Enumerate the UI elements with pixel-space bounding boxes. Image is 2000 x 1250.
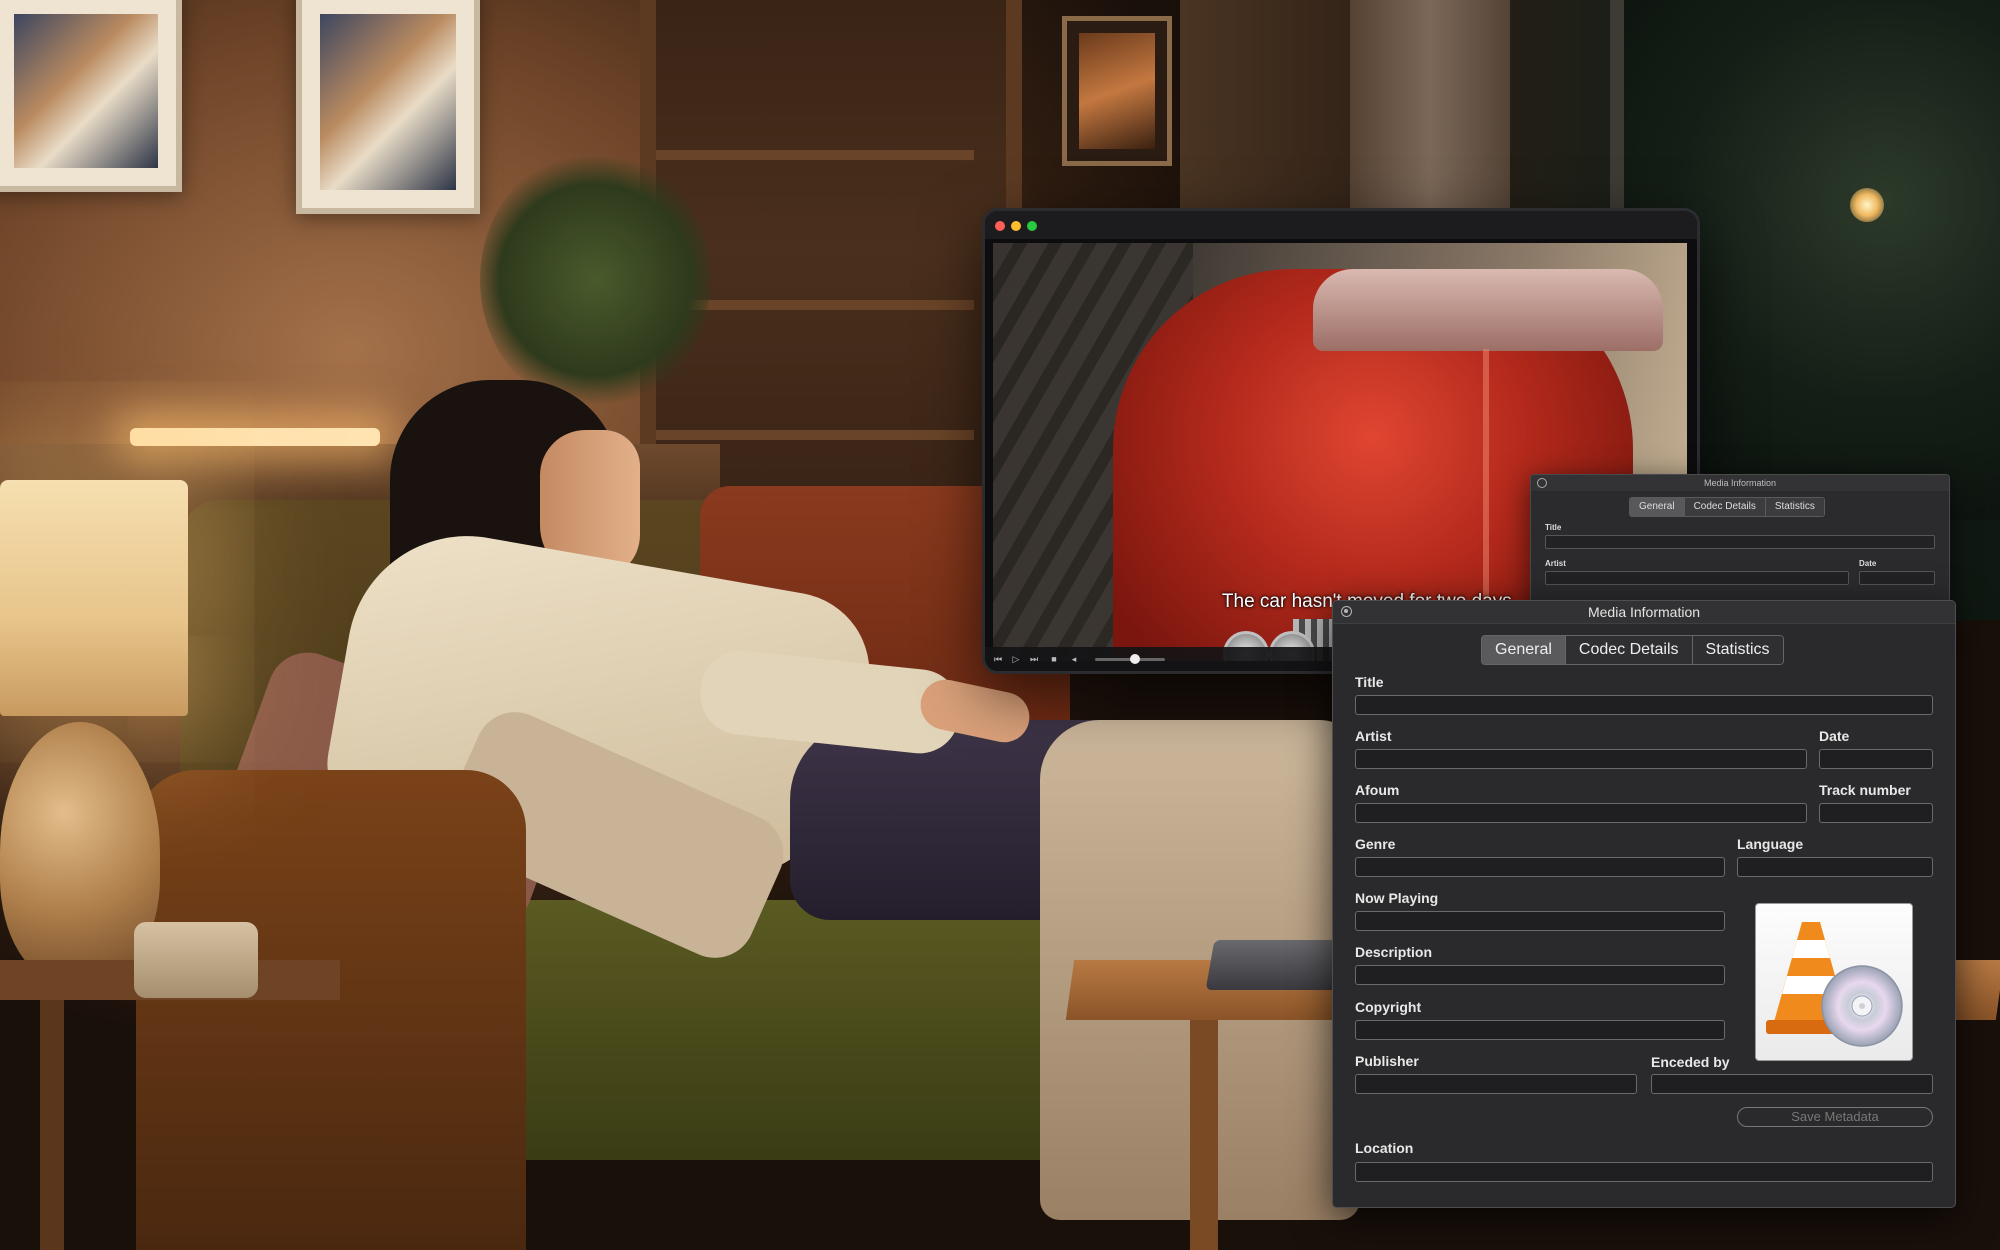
album-artwork[interactable] <box>1755 903 1913 1061</box>
scrubber-knob[interactable] <box>1129 654 1140 664</box>
location-label: Location <box>1355 1140 1414 1156</box>
wall-art-small <box>1062 16 1172 166</box>
close-window-button[interactable] <box>995 221 1005 231</box>
car-hood-line <box>1483 349 1489 609</box>
date-label: Date <box>1819 728 1850 744</box>
album-label: Afoum <box>1355 782 1400 798</box>
window-title: Media Information <box>1333 601 1955 624</box>
encoded-by-label: Enceded by <box>1651 1054 1730 1070</box>
copyright-label: Copyright <box>1355 999 1422 1015</box>
shelf-board <box>656 150 974 160</box>
encoded-by-field[interactable] <box>1651 1074 1933 1094</box>
shelf-board <box>656 430 974 440</box>
mini-date-field[interactable] <box>1859 571 1935 585</box>
description-field[interactable] <box>1355 965 1725 985</box>
track-number-field[interactable] <box>1819 803 1933 823</box>
tab-general[interactable]: General <box>1482 636 1566 664</box>
title-field[interactable] <box>1355 695 1933 715</box>
mini-date-label: Date <box>1859 559 1877 568</box>
mini-tab-codec-details[interactable]: Codec Details <box>1684 498 1766 516</box>
description-label: Description <box>1355 944 1433 960</box>
media-information-window: Media Information General Codec Details … <box>1332 600 1956 1208</box>
led-light-strip <box>130 428 380 446</box>
coffee-table-leg <box>1190 1020 1218 1250</box>
album-field[interactable] <box>1355 803 1807 823</box>
plant <box>480 150 710 410</box>
mini-tab-general[interactable]: General <box>1630 498 1685 516</box>
artist-label: Artist <box>1355 728 1392 744</box>
now-playing-field[interactable] <box>1355 911 1725 931</box>
location-field[interactable] <box>1355 1162 1933 1182</box>
track-number-label: Track number <box>1819 782 1911 798</box>
genre-field[interactable] <box>1355 857 1725 877</box>
mini-artist-field[interactable] <box>1545 571 1849 585</box>
rewind-icon[interactable]: ⏮ <box>991 652 1005 666</box>
genre-label: Genre <box>1355 836 1396 852</box>
mini-title-label: Title <box>1545 523 1562 532</box>
language-field[interactable] <box>1737 857 1933 877</box>
copyright-field[interactable] <box>1355 1020 1725 1040</box>
mini-tab-statistics[interactable]: Statistics <box>1765 498 1824 516</box>
mini-title-field[interactable] <box>1545 535 1935 549</box>
forward-icon[interactable]: ⏭ <box>1027 652 1041 666</box>
table-lamp-shade <box>0 480 188 716</box>
minimize-window-button[interactable] <box>1011 221 1021 231</box>
now-playing-label: Now Playing <box>1355 890 1439 906</box>
mini-media-info-window: Media Information General Codec Details … <box>1530 474 1950 616</box>
wall-art-left <box>0 0 182 192</box>
stop-icon[interactable]: ■ <box>1047 652 1061 666</box>
play-icon[interactable]: ▷ <box>1009 652 1023 666</box>
mini-close-icon[interactable] <box>1537 478 1547 488</box>
mini-tab-bar: General Codec Details Statistics <box>1629 497 1825 517</box>
close-icon[interactable] <box>1341 606 1352 617</box>
wall-art-center <box>296 0 480 214</box>
tin-box <box>134 922 258 998</box>
maximize-window-button[interactable] <box>1027 221 1037 231</box>
publisher-label: Publisher <box>1355 1053 1419 1069</box>
tab-bar: General Codec Details Statistics <box>1481 635 1784 665</box>
tab-codec-details[interactable]: Codec Details <box>1565 636 1693 664</box>
side-table-leg <box>40 1000 64 1250</box>
title-label: Title <box>1355 674 1384 690</box>
vlc-cone-icon <box>1766 922 1903 1047</box>
sofa-arm <box>136 770 526 1250</box>
language-label: Language <box>1737 836 1804 852</box>
car-windshield <box>1313 269 1663 351</box>
street-lamp <box>1850 188 1884 222</box>
artist-field[interactable] <box>1355 749 1807 769</box>
tab-statistics[interactable]: Statistics <box>1692 636 1783 664</box>
mini-window-title: Media Information <box>1531 475 1949 491</box>
volume-icon[interactable]: ◂ <box>1067 652 1081 666</box>
date-field[interactable] <box>1819 749 1933 769</box>
mini-artist-label: Artist <box>1545 559 1566 568</box>
publisher-field[interactable] <box>1355 1074 1637 1094</box>
save-metadata-button[interactable]: Save Metadata <box>1737 1107 1933 1127</box>
player-titlebar <box>985 211 1697 239</box>
